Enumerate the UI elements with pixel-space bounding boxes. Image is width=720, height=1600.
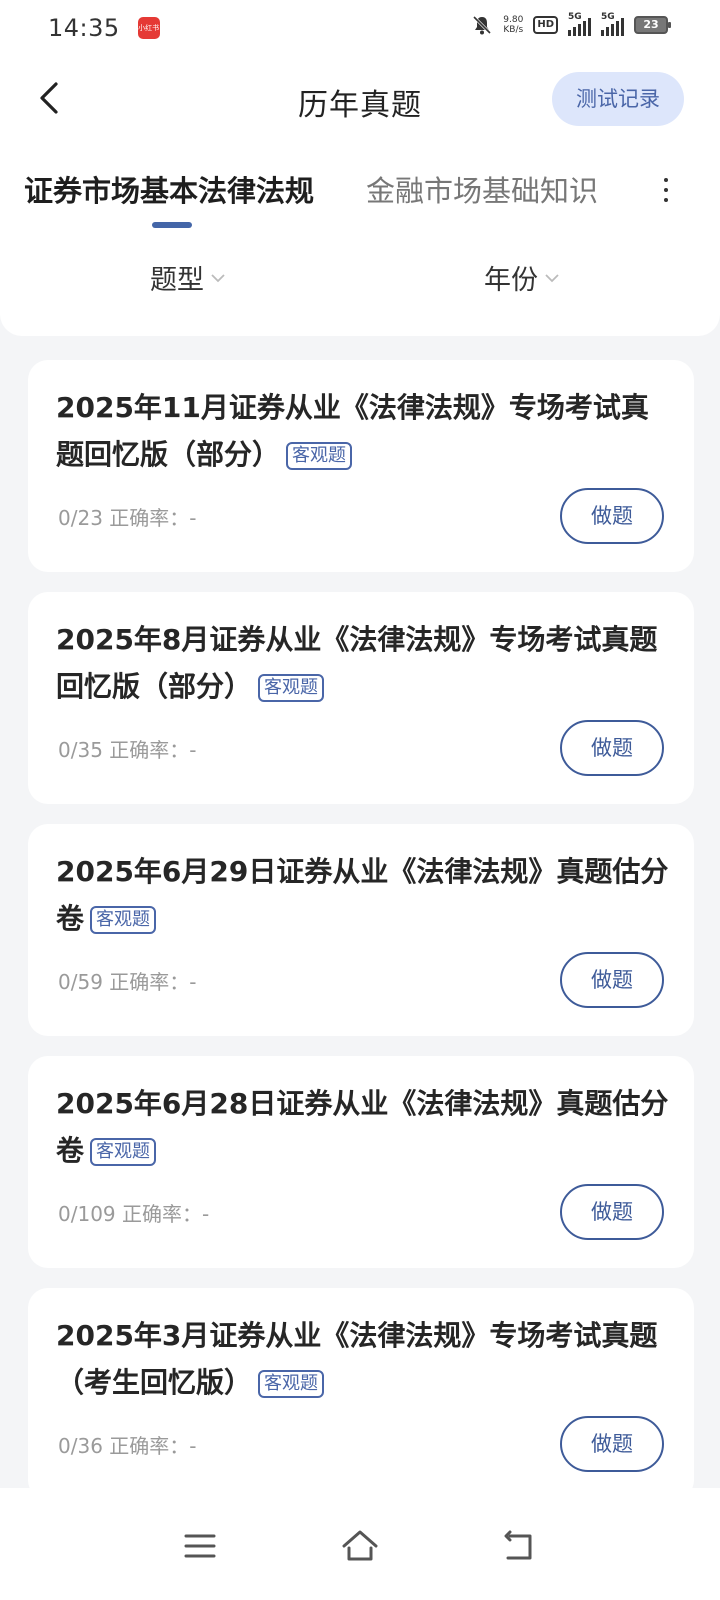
exam-progress: 0/36 正确率：- [58,1434,197,1458]
exam-card[interactable]: 2025年6月29日证券从业《法律法规》真题估分卷 客观题 0/59 正确率：- … [28,824,694,1036]
net-speed: 9.80 KB/s [503,15,524,35]
do-exam-button[interactable]: 做题 [560,720,664,776]
do-exam-button[interactable]: 做题 [560,488,664,544]
exam-title: 2025年6月29日证券从业《法律法规》真题估分卷 客观题 [56,855,669,935]
do-exam-button[interactable]: 做题 [560,1184,664,1240]
tab-securities-law[interactable]: 证券市场基本法律法规 [24,168,314,210]
exam-card[interactable]: 2025年8月证券从业《法律法规》专场考试真题回忆版（部分） 客观题 0/35 正… [28,592,694,804]
exam-card[interactable]: 2025年3月证券从业《法律法规》专场考试真题（考生回忆版） 客观题 0/36 正… [28,1288,694,1500]
back-icon[interactable] [500,1526,540,1566]
exam-card[interactable]: 2025年6月28日证券从业《法律法规》真题估分卷 客观题 0/109 正确率：-… [28,1056,694,1268]
status-time: 14:35 [48,14,120,42]
top-panel: 14:35 小红书 9.80 KB/s HD 5G 5G 23 历年真题 测试记… [0,0,720,336]
hd-icon: HD [533,16,558,34]
exam-title: 2025年3月证券从业《法律法规》专场考试真题（考生回忆版） 客观题 [56,1319,658,1399]
subject-tabs: 证券市场基本法律法规 金融市场基础知识 [0,162,720,232]
exam-progress: 0/35 正确率：- [58,738,197,762]
do-exam-button[interactable]: 做题 [560,952,664,1008]
chevron-down-icon [211,273,225,282]
filters: 题型 年份 [0,258,720,310]
filter-year[interactable]: 年份 [484,258,560,297]
header: 历年真题 测试记录 [0,66,720,132]
filter-type-label: 题型 [150,265,204,296]
menu-icon[interactable] [180,1526,220,1566]
battery-icon: 23 [634,16,671,34]
objective-tag: 客观题 [286,442,353,470]
exam-title: 2025年8月证券从业《法律法规》专场考试真题回忆版（部分） 客观题 [56,623,658,703]
objective-tag: 客观题 [90,906,157,934]
tab-indicator [152,222,192,228]
exam-list: 2025年11月证券从业《法律法规》专场考试真题回忆版（部分） 客观题 0/23 … [28,360,694,1520]
exam-title: 2025年6月28日证券从业《法律法规》真题估分卷 客观题 [56,1087,669,1167]
status-indicators: 9.80 KB/s HD 5G 5G 23 [471,12,671,36]
signal-icon-sim2: 5G [601,12,624,36]
mute-bell-icon [473,15,492,35]
exam-card[interactable]: 2025年11月证券从业《法律法规》专场考试真题回忆版（部分） 客观题 0/23 … [28,360,694,572]
objective-tag: 客观题 [258,1370,325,1398]
home-icon[interactable] [340,1526,380,1566]
more-vertical-icon[interactable] [662,178,670,202]
tab-financial-basics[interactable]: 金融市场基础知识 [366,168,598,210]
exam-progress: 0/109 正确率：- [58,1202,210,1226]
test-record-button[interactable]: 测试记录 [552,72,684,126]
objective-tag: 客观题 [90,1138,157,1166]
app-notification-icon: 小红书 [137,17,160,39]
do-exam-button[interactable]: 做题 [560,1416,664,1472]
filter-question-type[interactable]: 题型 [150,258,226,297]
system-nav-bar [0,1488,720,1600]
filter-year-label: 年份 [484,265,538,296]
exam-progress: 0/23 正确率：- [58,506,197,530]
status-bar: 14:35 小红书 9.80 KB/s HD 5G 5G 23 [0,0,720,56]
exam-title: 2025年11月证券从业《法律法规》专场考试真题回忆版（部分） 客观题 [56,391,649,471]
signal-icon-sim1: 5G [568,12,591,36]
objective-tag: 客观题 [258,674,325,702]
chevron-down-icon [545,273,559,282]
exam-progress: 0/59 正确率：- [58,970,197,994]
